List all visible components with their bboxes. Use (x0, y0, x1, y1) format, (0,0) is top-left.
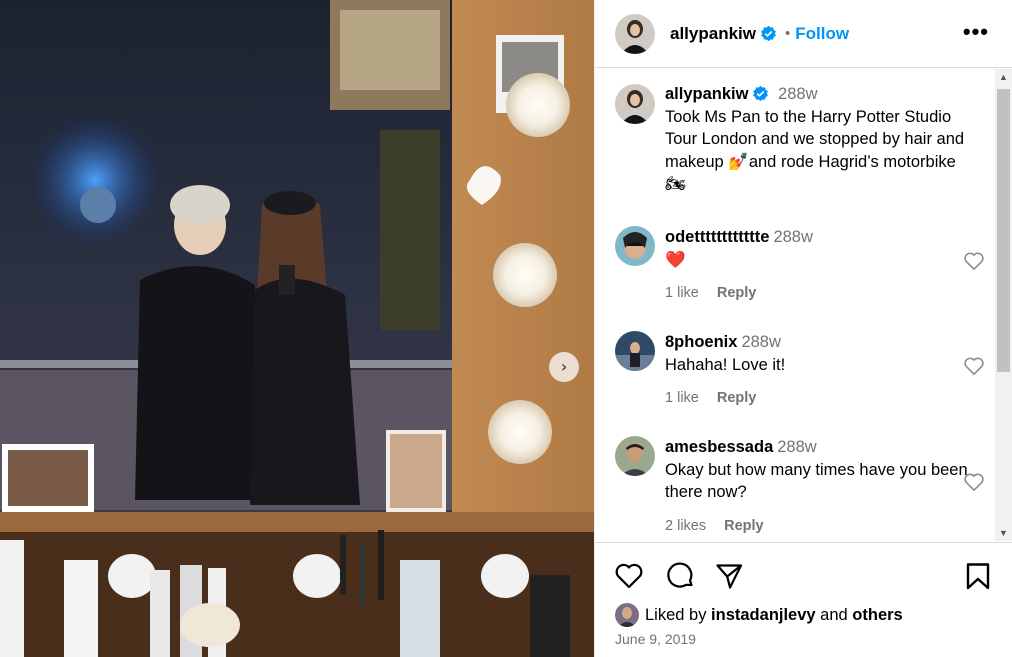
comments-list[interactable]: allypankiw 288w Took Ms Pan to the Harry… (595, 69, 1012, 541)
liked-by-prefix: Liked by (645, 605, 712, 624)
comment-body: amesbessada 288w Okay but how many times … (665, 436, 975, 537)
heart-icon[interactable] (963, 472, 985, 492)
comment-time[interactable]: 288w (741, 333, 780, 351)
reply-button[interactable]: Reply (724, 518, 764, 534)
caption-time[interactable]: 288w (778, 85, 817, 103)
reply-button[interactable]: Reply (717, 390, 757, 406)
caption-username[interactable]: allypankiw (665, 85, 748, 103)
post-image[interactable]: › (0, 0, 594, 657)
author-username[interactable]: allypankiw (670, 24, 756, 44)
scroll-thumb[interactable] (997, 89, 1010, 372)
liker-avatar[interactable] (615, 603, 639, 627)
comment-body: odetttttttttttte 288w ❤️ 1 like Reply (665, 226, 975, 305)
comment-meta: 2 likes Reply (665, 515, 975, 538)
comment-meta: 1 like Reply (665, 282, 975, 305)
comment-time[interactable]: 288w (773, 228, 812, 246)
comment-body: 8phoenix 288w Hahaha! Love it! 1 like Rep… (665, 331, 975, 410)
verified-badge-icon (753, 85, 769, 102)
commenter-avatar[interactable] (615, 331, 655, 371)
liked-by-user[interactable]: instadanjlevy (711, 606, 816, 625)
next-image-button[interactable]: › (549, 352, 579, 382)
comment-text: Hahaha! Love it! (665, 355, 786, 374)
scroll-down-icon[interactable]: ▼ (999, 528, 1008, 538)
chevron-right-icon: › (560, 357, 568, 376)
post-header: allypankiw • Follow ••• (595, 0, 1012, 68)
comment-meta: 1 like Reply (665, 387, 975, 410)
comment-username[interactable]: 8phoenix (665, 333, 737, 351)
commenter-avatar[interactable] (615, 436, 655, 476)
liked-by: Liked by instadanjlevy and others (615, 603, 903, 627)
post-date[interactable]: June 9, 2019 (615, 631, 696, 647)
header-separator: • (784, 25, 791, 42)
author-avatar[interactable] (615, 13, 655, 54)
caption-body: allypankiw 288w Took Ms Pan to the Harry… (665, 83, 975, 196)
comment-username[interactable]: odetttttttttttte (665, 228, 769, 246)
comment-likes[interactable]: 1 like (665, 390, 699, 406)
comment-icon[interactable] (665, 561, 695, 591)
comment-username[interactable]: amesbessada (665, 438, 773, 456)
mirror-selfie-photo (0, 0, 594, 657)
comment-likes[interactable]: 1 like (665, 285, 699, 301)
comment-time[interactable]: 288w (777, 438, 816, 456)
post-actions: Liked by instadanjlevy and others June 9… (595, 542, 1012, 657)
post-side-panel: allypankiw • Follow ••• allypankiw 288w … (594, 0, 1012, 657)
verified-badge-icon (761, 25, 776, 42)
heart-icon[interactable] (963, 251, 985, 271)
commenter-avatar[interactable] (615, 226, 655, 266)
reply-button[interactable]: Reply (717, 285, 757, 301)
bookmark-icon[interactable] (963, 561, 993, 591)
heart-icon[interactable] (614, 561, 644, 591)
comments-scrollbar[interactable]: ▲ ▼ (995, 69, 1012, 541)
follow-button[interactable]: Follow (795, 24, 849, 44)
liked-by-middle: and (815, 605, 853, 624)
comment-text: ❤️ (665, 250, 686, 269)
comment-likes[interactable]: 2 likes (665, 518, 706, 534)
caption-avatar[interactable] (615, 84, 655, 124)
comment-text: Okay but how many times have you been th… (665, 460, 968, 502)
share-icon[interactable] (714, 561, 744, 591)
caption-text: Took Ms Pan to the Harry Potter Studio T… (665, 107, 965, 194)
liked-by-others[interactable]: others (852, 606, 902, 625)
scroll-up-icon[interactable]: ▲ (999, 72, 1008, 82)
heart-icon[interactable] (963, 356, 985, 376)
more-options-icon[interactable]: ••• (963, 19, 989, 45)
